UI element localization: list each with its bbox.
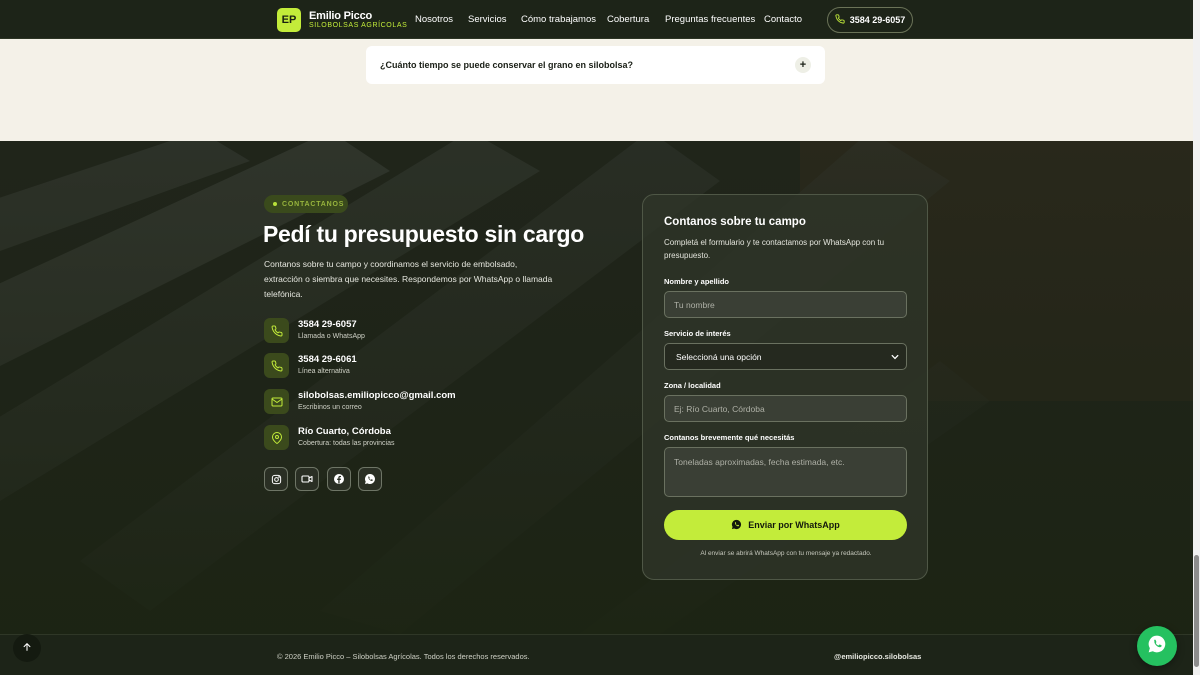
copyright-text: © 2026 Emilio Picco – Silobolsas Agrícol… (277, 652, 530, 661)
form-note: Al enviar se abrirá WhatsApp con tu mens… (700, 550, 872, 557)
contact-item-caption: Línea alternativa (298, 368, 350, 375)
nav-link-contacto[interactable]: Contacto (764, 14, 802, 25)
zone-input[interactable]: Ej: Río Cuarto, Córdoba (664, 395, 907, 422)
nav-link-nosotros[interactable]: Nosotros (415, 14, 453, 25)
nav-link-cobertura[interactable]: Cobertura (607, 14, 649, 25)
brand-name[interactable]: Emilio Picco (309, 10, 372, 22)
nav-phone-number: 3584 29-6057 (849, 15, 906, 25)
submit-whatsapp-button[interactable]: Enviar por WhatsApp (664, 510, 907, 540)
page-scrollbar[interactable] (1193, 0, 1200, 675)
contact-item-value: 3584 29-6061 (298, 354, 357, 365)
badge-label: CONTACTANOS (282, 200, 345, 208)
contact-item-value: Río Cuarto, Córdoba (298, 426, 391, 437)
video-icon[interactable] (295, 467, 319, 491)
zone-label: Zona / localidad (664, 381, 721, 390)
nav-link-preguntas-frecuentes[interactable]: Preguntas frecuentes (665, 14, 755, 25)
arrow-up-icon (22, 639, 32, 657)
form-description: Completá el formulario y te contactamos … (664, 238, 885, 260)
social-handle-link[interactable]: @emiliopicco.silobolsas (834, 652, 921, 661)
name-input[interactable]: Tu nombre (664, 291, 907, 318)
section-badge: CONTACTANOS (264, 195, 348, 213)
contact-item-caption: Cobertura: todas las provincias (298, 440, 395, 447)
message-textarea[interactable]: Toneladas aproximadas, fecha estimada, e… (664, 447, 907, 497)
form-title: Contanos sobre tu campo (664, 216, 806, 228)
whatsapp-float-button[interactable] (1137, 626, 1177, 666)
back-to-top-button[interactable] (13, 634, 41, 662)
footer: © 2026 Emilio Picco – Silobolsas Agrícol… (0, 634, 1193, 675)
contact-item-caption: Escribinos un correo (298, 404, 362, 411)
service-select[interactable]: Seleccioná una opción (664, 343, 907, 370)
submit-label: Enviar por WhatsApp (748, 520, 840, 530)
mail-icon (264, 389, 289, 414)
silobag-background-image (0, 141, 1193, 634)
zone-input-placeholder: Ej: Río Cuarto, Córdoba (674, 403, 765, 414)
instagram-icon[interactable] (264, 467, 288, 491)
whatsapp-icon[interactable] (358, 467, 382, 491)
location-pin-icon (264, 425, 289, 450)
chevron-down-icon (891, 353, 899, 363)
message-textarea-placeholder: Toneladas aproximadas, fecha estimada, e… (674, 457, 845, 467)
whatsapp-icon (1147, 634, 1167, 659)
service-label: Servicio de interés (664, 329, 731, 338)
name-input-placeholder: Tu nombre (674, 299, 715, 310)
nav-link-servicios[interactable]: Servicios (468, 14, 507, 25)
service-select-value: Seleccioná una opción (676, 351, 762, 362)
contact-title: Pedí tu presupuesto sin cargo (263, 221, 585, 247)
contact-description: Contanos sobre tu campo y coordinamos el… (264, 259, 553, 299)
contact-item-value: 3584 29-6057 (298, 319, 357, 330)
contact-section: CONTACTANOS Pedí tu presupuesto sin carg… (0, 141, 1193, 634)
scrollbar-thumb[interactable] (1194, 555, 1199, 667)
logo[interactable]: EP (277, 8, 301, 32)
whatsapp-icon (731, 519, 742, 532)
name-label: Nombre y apellido (664, 277, 730, 286)
top-navbar: EP Emilio Picco SILOBOLSAS AGRÍCOLAS Nos… (0, 0, 1193, 39)
phone-icon (264, 318, 289, 343)
phone-icon (835, 14, 845, 26)
badge-dot-icon (273, 202, 277, 206)
contact-item-value: silobolsas.emiliopicco@gmail.com (298, 390, 456, 401)
facebook-icon[interactable] (327, 467, 351, 491)
nav-phone-button[interactable]: 3584 29-6057 (827, 7, 913, 33)
faq-question: ¿Cuánto tiempo se puede conservar el gra… (380, 60, 634, 70)
nav-link-como-trabajamos[interactable]: Cómo trabajamos (521, 14, 596, 25)
quote-form: Contanos sobre tu campo Completá el form… (642, 194, 928, 580)
plus-icon[interactable]: + (795, 57, 811, 73)
brand-tagline: SILOBOLSAS AGRÍCOLAS (309, 22, 408, 29)
phone-icon (264, 353, 289, 378)
contact-item-caption: Llamada o WhatsApp (298, 333, 365, 340)
message-label: Contanos brevemente qué necesitás (664, 433, 795, 442)
faq-item[interactable]: ¿Cuánto tiempo se puede conservar el gra… (366, 46, 825, 84)
